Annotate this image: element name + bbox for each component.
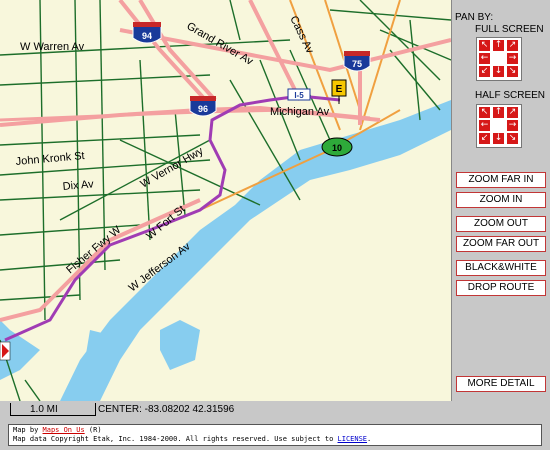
label-cass: Cass Av [287,14,316,56]
i96-shield: 96 [189,96,217,117]
footer: 1.0 MI CENTER: -83.08202 42.31596 Map by… [0,401,550,450]
svg-text:75: 75 [352,59,362,69]
half-screen-label: HALF SCREEN [475,90,546,101]
more-detail-button[interactable]: MORE DETAIL [456,376,546,392]
pan-half-w-button[interactable]: ← [479,120,490,131]
route10-shield: 10 [321,137,353,157]
map-view[interactable]: 94 96 75 10 I-5 E W Warren Av Grand Rive… [0,0,452,401]
control-panel: PAN BY: FULL SCREEN ↖ ↑ ↗ ← → ↙ ↓ ↘ HALF… [452,0,550,401]
credit-prefix: Map by [13,426,43,434]
zoom-far-in-button[interactable]: ZOOM FAR IN [456,172,546,188]
pan-half-n-button[interactable]: ↑ [493,107,504,118]
maps-on-us-link[interactable]: Maps On Us [43,426,85,434]
pan-full-s-button[interactable]: ↓ [493,66,504,77]
label-w-vernor: W Vernor Hwy [139,145,206,191]
center-coordinates: CENTER: -83.08202 42.31596 [98,404,235,415]
zoom-in-button[interactable]: ZOOM IN [456,192,546,208]
black-white-button[interactable]: BLACK&WHITE [456,260,546,276]
pan-full-w-button[interactable]: ← [479,53,490,64]
pan-full-n-button[interactable]: ↑ [493,40,504,51]
zoom-far-out-button[interactable]: ZOOM FAR OUT [456,236,546,252]
pan-by-label: PAN BY: [455,12,494,23]
pan-half-ne-button[interactable]: ↗ [507,107,518,118]
svg-text:E: E [336,84,343,95]
label-fisher: Fisher Fwy W [64,224,124,277]
credit-line: Map by Maps On Us (R) [13,426,537,435]
half-screen-pan-pad: ↖ ↑ ↗ ← → ↙ ↓ ↘ [476,104,522,148]
label-w-warren: W Warren Av [20,41,85,53]
pan-half-se-button[interactable]: ↘ [507,133,518,144]
map-canvas[interactable]: 94 96 75 10 I-5 E W Warren Av Grand Rive… [0,0,451,401]
i94-shield: 94 [132,22,162,44]
svg-text:96: 96 [198,104,208,114]
label-john-kronk: John Kronk St [15,150,85,168]
full-screen-label: FULL SCREEN [475,24,544,35]
full-screen-pan-pad: ↖ ↑ ↗ ← → ↙ ↓ ↘ [476,37,522,81]
svg-text:94: 94 [142,31,152,41]
copyright-suffix: . [367,435,372,443]
detroit-river [60,100,451,401]
pan-full-se-button[interactable]: ↘ [507,66,518,77]
pan-half-s-button[interactable]: ↓ [493,133,504,144]
copyright-box: Map by Maps On Us (R) Map data Copyright… [8,424,542,446]
start-marker[interactable] [0,341,11,361]
street-grid [0,0,451,401]
drop-route-button[interactable]: DROP ROUTE [456,280,546,296]
pan-full-nw-button[interactable]: ↖ [479,40,490,51]
copyright-line: Map data Copyright Etak, Inc. 1984-2000.… [13,435,537,444]
credit-suffix: (R) [84,426,102,434]
label-dix: Dix Av [62,178,94,193]
label-michigan: Michigan Av [270,106,330,118]
canal-east [160,320,200,370]
scale-label: 1.0 MI [30,404,58,415]
pan-full-sw-button[interactable]: ↙ [479,66,490,77]
pan-half-nw-button[interactable]: ↖ [479,107,490,118]
svg-text:I-5: I-5 [294,91,304,100]
pan-half-sw-button[interactable]: ↙ [479,133,490,144]
svg-text:10: 10 [332,143,342,153]
pan-half-e-button[interactable]: → [507,120,518,131]
pan-full-e-button[interactable]: → [507,53,518,64]
i75-shield: 75 [343,51,371,72]
i45-shield: I-5 [287,88,311,101]
copyright-prefix: Map data Copyright Etak, Inc. 1984-2000.… [13,435,338,443]
pan-full-ne-button[interactable]: ↗ [507,40,518,51]
zoom-out-button[interactable]: ZOOM OUT [456,216,546,232]
license-link[interactable]: LICENSE [338,435,368,443]
